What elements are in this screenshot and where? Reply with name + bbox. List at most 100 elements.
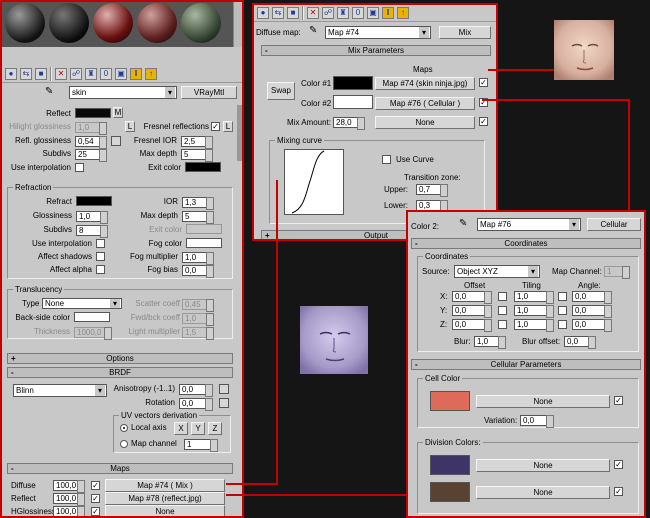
color1-map-button[interactable]: Map #74 (skin ninja.jpg) [375,77,475,90]
subdivs-input[interactable]: 25 [75,149,107,162]
material-type-button[interactable]: VRayMtl [181,86,237,99]
refract-color-swatch[interactable] [76,196,112,206]
division-color-2-map-button[interactable]: None [476,486,610,499]
use-curve-checkbox[interactable] [382,155,391,164]
exit-color-swatch[interactable] [185,162,221,172]
hilight-glossiness-input[interactable]: 1,0 [75,122,107,135]
material-effects-icon[interactable]: 0 [100,67,112,80]
mix-amount-enable-checkbox[interactable]: ✓ [479,117,488,126]
color2-swatch[interactable] [333,95,373,109]
eyedropper-icon[interactable]: ✎ [45,86,53,97]
refr-exit-color-swatch[interactable] [186,224,222,234]
map-row-enable-checkbox[interactable]: ✓ [91,507,100,516]
put-to-library-icon[interactable]: ♜ [85,67,97,80]
map-channel-input[interactable]: 1 [604,266,630,279]
material-effects-icon[interactable]: 0 [352,6,364,19]
tile-v-checkbox[interactable] [558,306,567,315]
map-row-enable-checkbox[interactable]: ✓ [91,481,100,490]
cell-color-map-button[interactable]: None [476,395,610,408]
put-to-scene-icon[interactable]: ⇆ [272,6,284,19]
reset-map-icon[interactable]: ✕ [55,67,67,80]
eyedropper-icon[interactable]: ✎ [459,218,467,229]
mix-map-name-dropdown[interactable]: Map #74 [325,26,431,39]
color2-map-button[interactable]: Map #76 ( Cellular ) [375,97,475,110]
map-row-button[interactable]: None [105,505,225,517]
mirror-w-checkbox[interactable] [498,320,507,329]
light-multiplier-input[interactable]: 1,5 [182,327,214,340]
division-color-1-swatch[interactable] [430,455,470,475]
sample-slot-3[interactable] [93,3,133,43]
angle-z-input[interactable]: 0,0 [572,319,612,332]
put-to-library-icon[interactable]: ♜ [337,6,349,19]
translucency-type-dropdown[interactable]: None [42,298,122,309]
material-editor-scrollbar[interactable] [237,105,243,161]
division-color-2-enable-checkbox[interactable]: ✓ [614,487,623,496]
max-depth-input[interactable]: 5 [181,149,213,162]
cellular-parameters-rollout[interactable]: - Cellular Parameters [411,359,641,370]
thickness-input[interactable]: 1000,0 [74,327,112,340]
mix-type-button[interactable]: Mix [439,26,491,39]
division-color-1-enable-checkbox[interactable]: ✓ [614,460,623,469]
brdf-type-dropdown[interactable]: Blinn [13,384,107,397]
make-unique-icon[interactable]: ☍ [70,67,82,80]
anisotropy-input[interactable]: 0,0 [179,384,213,397]
refr-use-interp-checkbox[interactable] [96,239,105,248]
show-map-icon[interactable]: ▣ [367,6,379,19]
affect-alpha-checkbox[interactable] [96,265,105,274]
sample-slot-4[interactable] [137,3,177,43]
fresnel-lock-button[interactable]: L [223,121,233,132]
cellular-map-name-dropdown[interactable]: Map #76 [477,218,581,231]
mirror-u-checkbox[interactable] [498,292,507,301]
slot-scrollbar[interactable] [233,1,243,47]
anisotropy-map-button[interactable] [219,384,229,394]
sample-slot-5[interactable] [181,3,221,43]
mix-parameters-rollout[interactable]: - Mix Parameters [261,45,491,56]
tile-w-checkbox[interactable] [558,320,567,329]
offset-z-input[interactable]: 0,0 [452,319,492,332]
axis-y-button[interactable]: Y [191,422,205,435]
fresnel-ior-input[interactable]: 2,5 [181,136,213,149]
color1-enable-checkbox[interactable]: ✓ [479,78,488,87]
back-side-color-swatch[interactable] [74,312,110,322]
tiling-y-input[interactable]: 1,0 [514,305,554,318]
use-interpolation-checkbox[interactable] [75,163,84,172]
brdf-rollout[interactable]: - BRDF [7,367,233,378]
blur-input[interactable]: 1,0 [474,336,506,349]
variation-input[interactable]: 0,0 [520,415,554,428]
refr-glossiness-input[interactable]: 1,0 [76,211,108,224]
show-end-result-icon[interactable]: ‖ [130,67,142,80]
make-unique-icon[interactable]: ☍ [322,6,334,19]
source-dropdown[interactable]: Object XYZ [454,265,540,278]
map-channel-input[interactable]: 1 [184,439,218,452]
eyedropper-icon[interactable]: ✎ [309,25,317,36]
get-material-icon[interactable]: ● [5,67,17,80]
tiling-z-input[interactable]: 1,0 [514,319,554,332]
angle-x-input[interactable]: 0,0 [572,291,612,304]
rotation-input[interactable]: 0,0 [179,398,213,411]
maps-rollout[interactable]: - Maps [7,463,233,474]
go-to-parent-icon[interactable]: ↑ [145,67,157,80]
map-row-enable-checkbox[interactable]: ✓ [91,494,100,503]
affect-shadows-checkbox[interactable] [96,252,105,261]
material-name-dropdown[interactable]: skin [69,86,177,99]
coordinates-rollout[interactable]: - Coordinates [411,238,641,249]
assign-material-icon[interactable]: ■ [287,6,299,19]
blur-offset-input[interactable]: 0,0 [564,336,596,349]
refl-gloss-map-button[interactable] [111,136,121,146]
reflect-color-swatch[interactable] [75,108,111,118]
sample-slot-2[interactable] [49,3,89,43]
axis-x-button[interactable]: X [174,422,188,435]
put-to-scene-icon[interactable]: ⇆ [20,67,32,80]
map-row-amount[interactable]: 100,0 [53,493,85,506]
map-row-button[interactable]: Map #74 ( Mix ) [105,479,225,492]
show-end-result-icon[interactable]: ‖ [382,6,394,19]
ior-input[interactable]: 1,3 [182,197,214,210]
refl-glossiness-input[interactable]: 0,54 [75,136,107,149]
mirror-v-checkbox[interactable] [498,306,507,315]
scatter-coeff-input[interactable]: 0,45 [182,299,214,312]
cell-color-swatch[interactable] [430,391,470,411]
map-channel-radio[interactable] [120,440,128,448]
axis-z-button[interactable]: Z [208,422,222,435]
swap-button[interactable]: Swap [267,82,295,100]
rotation-map-button[interactable] [219,398,229,408]
